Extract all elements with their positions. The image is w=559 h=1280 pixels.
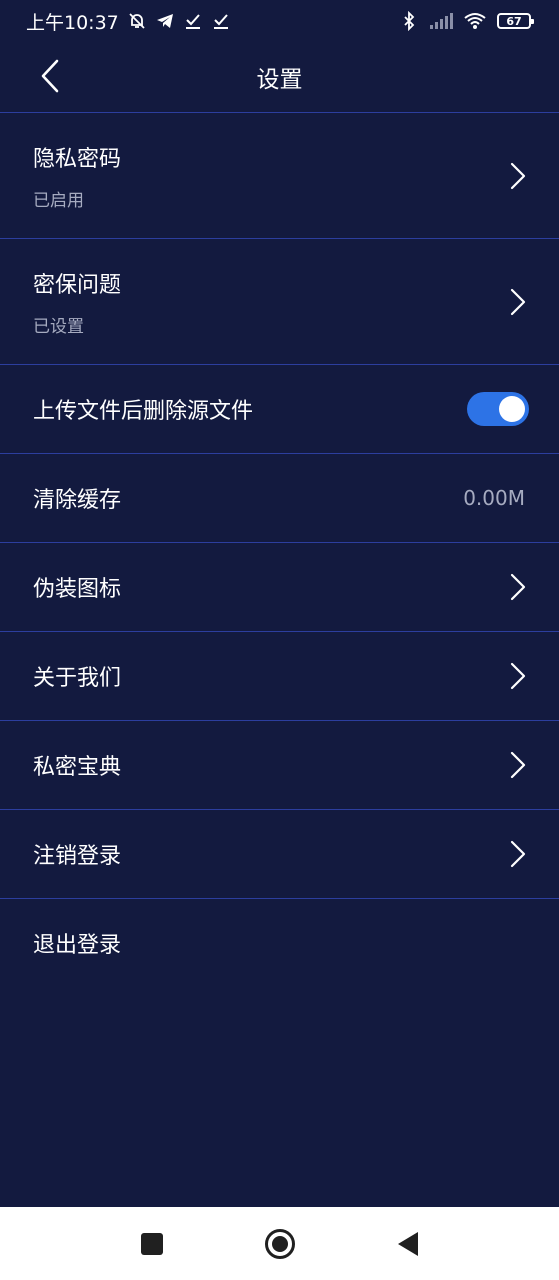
bluetooth-icon [404, 11, 415, 31]
muted-alarm-icon [129, 13, 145, 29]
clear-cache-item[interactable]: 清除缓存 0.00M [0, 454, 559, 542]
security-question-status: 已设置 [33, 316, 84, 337]
privacy-guide-title: 私密宝典 [33, 755, 122, 780]
status-icons-left [127, 11, 231, 31]
security-question-item[interactable]: 密保问题 已设置 [0, 239, 559, 364]
chevron-right-icon [510, 662, 526, 690]
wifi-icon [464, 13, 486, 29]
clear-cache-title: 清除缓存 [33, 488, 122, 513]
delete-after-upload-toggle[interactable] [467, 392, 529, 426]
logout-item[interactable]: 退出登录 [0, 899, 559, 987]
security-question-title: 密保问题 [33, 272, 122, 298]
settings-list: 隐私密码 已启用 密保问题 已设置 上传文件后删除源文件 清除缓存 0.00M … [0, 112, 559, 987]
recents-square-icon [140, 1232, 163, 1255]
page-title: 设置 [256, 67, 303, 93]
chevron-right-icon [510, 162, 526, 189]
disguise-icon-item[interactable]: 伪装图标 [0, 543, 559, 631]
delete-after-upload-title: 上传文件后删除源文件 [33, 399, 254, 424]
status-left: 上午10:37 [26, 8, 231, 35]
about-us-title: 关于我们 [33, 666, 122, 691]
disguise-icon-title: 伪装图标 [33, 577, 122, 602]
home-circle-icon [264, 1228, 295, 1259]
privacy-password-status: 已启用 [33, 190, 84, 211]
check-icon [213, 14, 228, 29]
check-icon [185, 14, 200, 29]
status-right: 67 [399, 11, 534, 31]
cancel-account-item[interactable]: 注销登录 [0, 810, 559, 898]
privacy-password-title: 隐私密码 [33, 146, 122, 172]
signal-icon [430, 13, 453, 29]
status-bar: 上午10:37 67 [0, 0, 559, 42]
cache-size-value: 0.00M [463, 486, 525, 510]
about-us-item[interactable]: 关于我们 [0, 632, 559, 720]
toggle-knob [499, 396, 525, 422]
app-bar: 设置 [0, 42, 559, 112]
home-button[interactable] [262, 1226, 298, 1262]
system-nav-bar [0, 1207, 559, 1280]
row-text: 密保问题 已设置 [33, 267, 121, 337]
chevron-right-icon [510, 751, 526, 779]
chevron-right-icon [510, 573, 526, 601]
privacy-password-item[interactable]: 隐私密码 已启用 [0, 113, 559, 238]
privacy-guide-item[interactable]: 私密宝典 [0, 721, 559, 809]
recents-button[interactable] [134, 1226, 170, 1262]
status-time: 上午10:37 [26, 11, 119, 34]
battery-indicator: 67 [497, 13, 534, 29]
chevron-right-icon [510, 840, 526, 868]
chevron-left-icon [41, 59, 59, 93]
chevron-right-icon [510, 288, 526, 315]
back-button[interactable] [30, 56, 70, 96]
row-text: 隐私密码 已启用 [33, 141, 121, 211]
telegram-icon [156, 14, 173, 28]
back-triangle-icon [397, 1231, 418, 1256]
delete-after-upload-item: 上传文件后删除源文件 [0, 365, 559, 453]
logout-title: 退出登录 [33, 933, 122, 958]
back-nav-button[interactable] [390, 1226, 426, 1262]
cancel-account-title: 注销登录 [33, 844, 122, 869]
